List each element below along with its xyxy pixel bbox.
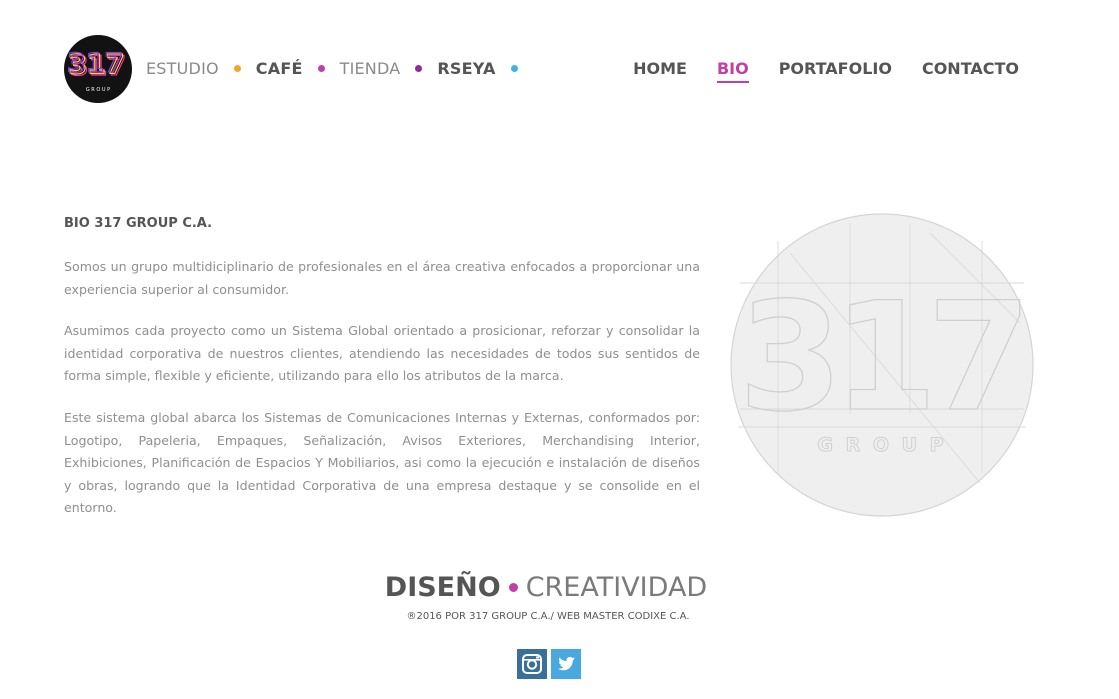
brand-emblem: 317 G R O U P xyxy=(730,213,1034,517)
logo[interactable]: 317 317 317 G R O U P xyxy=(64,35,132,103)
bio-paragraph-2: Asumimos cada proyecto como un Sistema G… xyxy=(64,323,700,383)
main-nav: HOME BIO PORTAFOLIO CONTACTO xyxy=(603,56,1019,83)
nav-contacto[interactable]: CONTACTO xyxy=(922,59,1019,78)
subnav-item-tienda[interactable]: TIENDA xyxy=(340,59,401,78)
emblem-title: 317 xyxy=(738,271,1021,445)
subnav-item-estudio[interactable]: ESTUDIO xyxy=(146,59,219,78)
social-links xyxy=(517,649,585,679)
footer-tagline-dot xyxy=(508,583,518,592)
bio-paragraph-3: Este sistema global abarca los Sistemas … xyxy=(64,410,700,515)
footer-tagline-strong: DISEÑO xyxy=(384,572,501,603)
bio-paragraph-1: Somos un grupo multidiciplinario de prof… xyxy=(64,259,700,297)
bio-heading: BIO 317 GROUP C.A. xyxy=(64,216,213,231)
emblem-subtitle: G R O U P xyxy=(817,434,946,456)
logo-subtitle: G R O U P xyxy=(86,87,110,93)
subnav-dot-yellow xyxy=(233,64,241,72)
footer-tagline: DISEÑO CREATIVIDAD xyxy=(0,570,1092,606)
copyright-text: ®2016 POR 317 GROUP C.A./ WEB MASTER COD… xyxy=(406,611,690,622)
subnav-item-rseya[interactable]: RSEYA xyxy=(437,59,495,78)
logo-mark: 317 317 317 G R O U P xyxy=(66,47,127,93)
footer-tagline-light: CREATIVIDAD xyxy=(525,572,708,603)
instagram-icon[interactable] xyxy=(517,649,547,679)
twitter-icon[interactable] xyxy=(551,649,581,679)
subnav-dot-pink xyxy=(317,64,325,72)
nav-bio[interactable]: BIO xyxy=(716,59,749,83)
logo-text-outline-purple: 317 xyxy=(67,48,123,79)
instagram-bg xyxy=(517,649,547,679)
subnav-item-cafe[interactable]: CAFÉ xyxy=(256,59,303,78)
nav-home[interactable]: HOME xyxy=(633,59,687,78)
subnav-dot-blue xyxy=(510,64,518,72)
sub-nav: ESTUDIO CAFÉ TIENDA RSEYA xyxy=(146,56,533,80)
nav-portafolio[interactable]: PORTAFOLIO xyxy=(779,59,892,78)
subnav-dot-purple xyxy=(415,64,423,72)
